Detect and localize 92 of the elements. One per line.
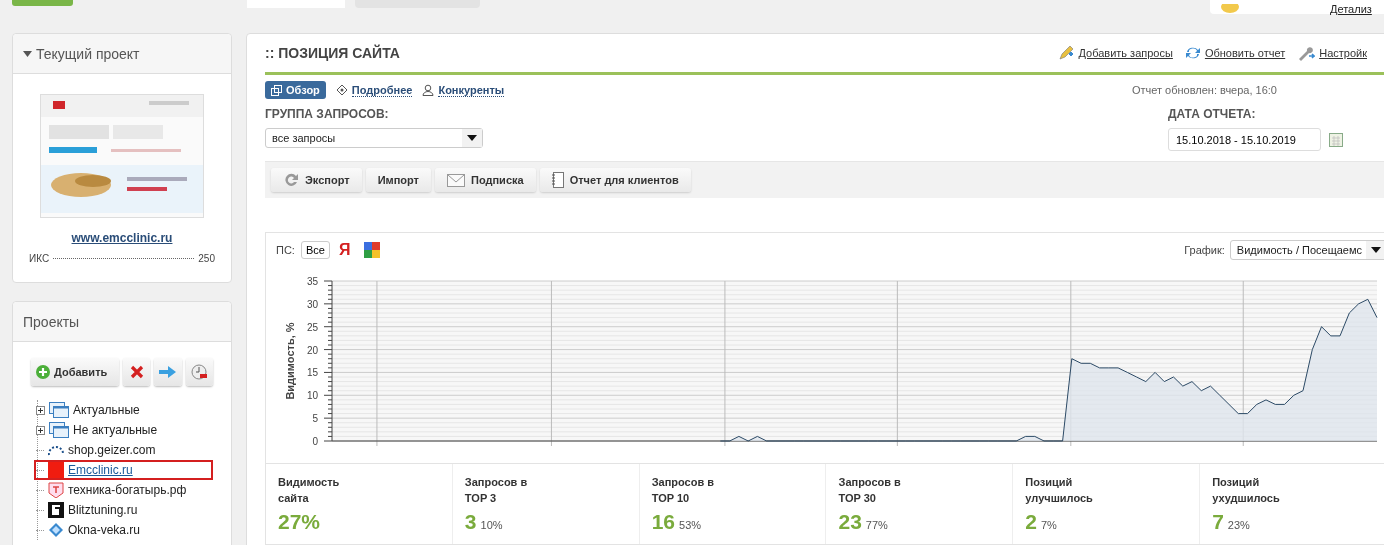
stat-value: 7 <box>1212 510 1224 534</box>
delete-button[interactable] <box>123 358 151 386</box>
square-icon <box>48 462 64 478</box>
folder-icon <box>49 402 69 418</box>
action-link[interactable]: Обновить отчет <box>1204 47 1286 59</box>
tab[interactable]: Конкуренты <box>422 80 505 100</box>
axis-tick-label: 0 <box>312 436 318 447</box>
stat-label: Видимость сайта <box>278 475 341 506</box>
stat-value: 27% <box>278 510 321 534</box>
coin-icon <box>1220 4 1240 14</box>
detail-link[interactable]: Детализ <box>1330 4 1372 14</box>
envelope-icon <box>447 173 465 187</box>
action-link[interactable]: Добавить запросы <box>1078 47 1173 59</box>
date-range-field[interactable]: 15.10.2018 - 15.10.2019 <box>1168 128 1321 151</box>
update-status: Отчет обновлен: вчера, 16:0 <box>1131 84 1278 96</box>
caret-icon <box>467 135 477 141</box>
notebook-icon <box>551 172 564 188</box>
axis-label: Видимость, % <box>284 322 296 400</box>
axis-tick-label: 10 <box>306 390 318 402</box>
clock-icon <box>191 364 208 380</box>
axis-tick-label: 15 <box>306 367 318 379</box>
site-link[interactable]: Blitztuning.ru <box>68 503 138 517</box>
axis-tick-label: 35 <box>306 276 318 287</box>
stat-value: 2 <box>1025 510 1037 534</box>
windows-icon <box>271 84 282 96</box>
plus-icon <box>36 365 50 379</box>
stat-value: 16 <box>651 510 675 534</box>
colored-squares-icon <box>364 242 381 258</box>
expand-toggle[interactable] <box>36 405 45 415</box>
query-group-dropdown[interactable]: все запросы <box>265 128 483 148</box>
arrow-right-icon <box>159 365 177 379</box>
site-link[interactable]: техника-богатырь.рф <box>68 483 187 497</box>
stat-label: Запросов в TOP 30 <box>838 475 902 506</box>
section-title: :: ПОЗИЦИЯ САЙТА <box>265 45 400 61</box>
archive-button[interactable] <box>185 358 213 386</box>
toolbar-button[interactable]: Подписка <box>435 168 536 192</box>
pencil-icon <box>1058 45 1075 61</box>
axis-tick-label: 25 <box>306 321 318 333</box>
chart-type-dropdown[interactable]: Видимость / Посещаемс <box>1229 240 1384 260</box>
diamond-icon <box>335 84 348 96</box>
caret-icon <box>23 50 32 57</box>
wrench-icon <box>1297 45 1316 61</box>
stat-share: 77% <box>865 519 888 531</box>
folder-label[interactable]: Не актуальные <box>73 423 158 437</box>
folder-icon <box>49 422 69 438</box>
action-link[interactable]: Настройк <box>1319 47 1367 59</box>
caret-icon <box>1371 247 1381 253</box>
tab[interactable]: Подробнее <box>335 80 413 100</box>
toolbar-button[interactable]: Импорт <box>365 168 431 192</box>
metric-value: 250 <box>198 253 215 264</box>
stat-value: 3 <box>464 510 477 534</box>
engine-label: ПС: <box>276 244 295 256</box>
stat-label: Запросов в TOP 3 <box>464 475 529 506</box>
site-link[interactable]: shop.geizer.com <box>68 443 156 457</box>
chart-type-label: График: <box>1184 244 1225 256</box>
stat-label: Позиций улучшилось <box>1025 475 1094 506</box>
toolbar-button[interactable]: Экспорт <box>271 168 362 192</box>
metric-label: ИКС <box>29 253 50 264</box>
toolbar-button[interactable]: Отчет для клиентов <box>539 168 691 192</box>
axis-tick-label: 5 <box>312 413 318 425</box>
panel-title: Проекты <box>23 313 80 330</box>
site-link[interactable]: www.emcclinic.ru <box>71 231 173 245</box>
move-button[interactable] <box>154 358 182 386</box>
add-button[interactable]: Добавить <box>31 358 120 386</box>
axis-tick-label: 30 <box>306 298 318 310</box>
axis-tick-label: 20 <box>306 344 318 356</box>
panel-title: Текущий проект <box>36 45 140 62</box>
field-label: ДАТА ОТЧЕТА: <box>1168 107 1257 121</box>
letter-tile-icon <box>48 502 64 518</box>
close-icon <box>129 365 144 379</box>
engine-filter[interactable]: Все <box>300 241 330 259</box>
stat-share: 7% <box>1041 519 1057 531</box>
refresh-icon <box>1184 45 1201 61</box>
folder-label[interactable]: Актуальные <box>73 403 140 417</box>
user-icon <box>422 84 435 96</box>
collapse-toggle[interactable] <box>23 50 32 57</box>
arc-icon <box>48 443 64 457</box>
engine-filter[interactable]: Я <box>335 240 354 260</box>
stat-share: 23% <box>1227 519 1250 531</box>
calendar-icon[interactable] <box>1329 132 1343 147</box>
field-label: ГРУППА ЗАПРОСОВ: <box>265 107 390 121</box>
diamond-icon <box>48 522 64 538</box>
stat-label: Запросов в TOP 10 <box>651 475 716 506</box>
stat-label: Позиций ухудшилось <box>1212 475 1281 506</box>
stat-share: 53% <box>679 519 702 531</box>
site-link[interactable]: Okna-veka.ru <box>68 523 141 537</box>
tab[interactable]: Обзор <box>265 81 326 99</box>
refresh-icon <box>283 172 299 188</box>
stat-share: 10% <box>480 519 503 531</box>
shield-icon <box>48 482 64 498</box>
expand-toggle[interactable] <box>36 425 45 435</box>
stat-value: 23 <box>838 510 862 534</box>
